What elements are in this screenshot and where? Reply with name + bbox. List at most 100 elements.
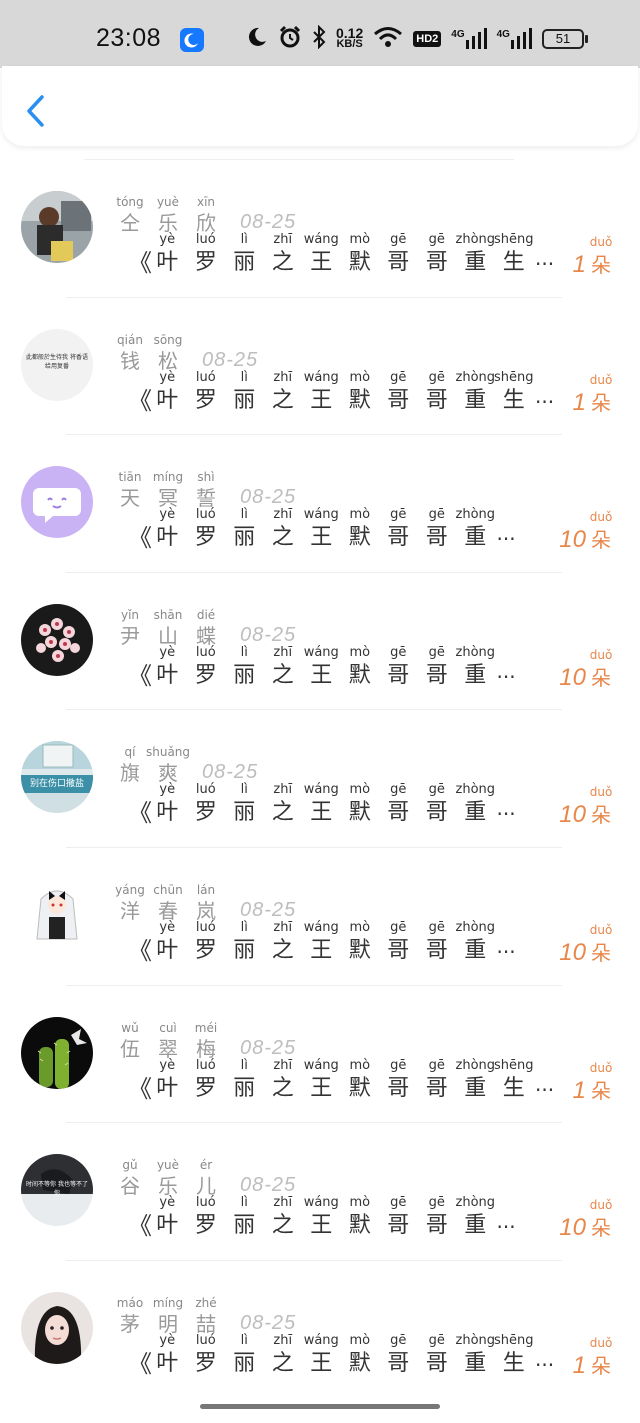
pinyin: zhī — [273, 920, 293, 935]
pinyin: yè — [159, 1332, 176, 1348]
hanzi: 哥 — [387, 662, 410, 688]
list-item[interactable]: tóng 仝 yuè 乐 xīn 欣 08-25 《 yè 叶 luó 罗 lì 丽 zhī 之 wáng 王 mò… — [0, 159, 640, 305]
sender-name: gǔ 谷 yuè 乐 ér 儿 08-25 — [114, 1149, 296, 1199]
sender-name: máo 茅 míng 明 zhé 喆 08-25 — [114, 1287, 296, 1337]
hanzi: 生 — [502, 1350, 525, 1376]
message-char: wáng 王 — [302, 1333, 341, 1379]
hanzi: 之 — [271, 662, 294, 688]
message-char: lì 丽 — [225, 645, 264, 691]
ellipsis: ··· — [496, 1215, 516, 1240]
message-char: zhòng 重 — [455, 920, 496, 966]
avatar[interactable]: 别在伤口撒盐 — [21, 741, 93, 814]
home-indicator[interactable] — [200, 1404, 440, 1409]
pinyin: gǔ — [122, 1158, 138, 1173]
name-char: sōng 松 — [152, 332, 184, 374]
pinyin: lì — [240, 644, 248, 660]
sender-name: qián 钱 sōng 松 08-25 — [114, 324, 258, 374]
hanzi: 哥 — [425, 1075, 448, 1101]
ellipsis: ··· — [535, 1352, 555, 1377]
hanzi: 朵 — [591, 1353, 611, 1378]
list-item[interactable]: 时间不等你 我也等不了你 gǔ 谷 yuè 乐 ér 儿 08-25 《 yè 叶 luó 罗 lì 丽 zh… — [0, 1122, 640, 1268]
quote-mark: 《 — [128, 1349, 152, 1378]
list-item[interactable]: yǐn 尹 shān 山 dié 蝶 08-25 《 yè 叶 luó 罗 lì 丽 zhī 之 wáng 王 mò… — [0, 571, 640, 718]
message-char: yè 叶 — [148, 645, 187, 691]
message-char: wáng 王 — [302, 1195, 341, 1241]
pinyin: zhòng — [455, 920, 496, 935]
list-item[interactable]: 此都般於生待我 将香语给用复番 qián 钱 sōng 松 08-25 《 yè 叶 luó 罗 lì… — [0, 296, 640, 443]
message-char: gē 哥 — [418, 232, 457, 278]
hanzi: 之 — [271, 525, 294, 551]
avatar[interactable] — [21, 1016, 93, 1089]
avatar[interactable] — [21, 1291, 93, 1364]
message-char: gē 哥 — [418, 507, 457, 553]
name-char: shān 山 — [152, 607, 184, 649]
hanzi: 罗 — [194, 938, 217, 963]
message-char: wáng 王 — [302, 507, 341, 553]
hanzi: 朵 — [591, 665, 611, 690]
list-item[interactable]: wǔ 伍 cuì 翠 méi 梅 08-25 《 yè 叶 luó 罗 lì 丽 zhī 之 wáng 王 mò 默 g… — [0, 984, 640, 1131]
pinyin: gē — [390, 1332, 407, 1348]
list-item[interactable]: yáng 洋 chūn 春 lán 岚 08-25 《 yè 叶 luó 罗 lì 丽 zhī 之 wáng 王 m… — [0, 847, 640, 993]
quote-mark: 《 — [128, 661, 152, 690]
pinyin: mò — [349, 644, 371, 660]
message-char: luó 罗 — [187, 782, 226, 828]
name-char: chūn 春 — [152, 882, 184, 924]
list-item[interactable]: máo 茅 míng 明 zhé 喆 08-25 《 yè 叶 luó 罗 lì 丽 zhī 之 wáng 王 mò… — [0, 1259, 640, 1406]
message-char: zhī 之 — [264, 782, 303, 828]
avatar[interactable]: 时间不等你 我也等不了你 — [21, 1154, 93, 1227]
hanzi: 哥 — [425, 1350, 448, 1376]
message-char: zhòng 重 — [456, 1058, 496, 1104]
hanzi: 生 — [502, 250, 525, 275]
avatar[interactable] — [21, 466, 93, 539]
message-char: zhī 之 — [264, 920, 303, 966]
pinyin: gē — [390, 920, 407, 935]
sender-name: qí 旗 shuǎng 爽 08-25 — [114, 736, 258, 786]
hanzi: 朵 — [591, 1216, 611, 1241]
avatar[interactable] — [21, 603, 93, 676]
pinyin: gē — [428, 920, 445, 935]
hanzi: 默 — [348, 250, 371, 275]
row-divider — [66, 296, 562, 298]
hanzi: 罗 — [194, 1075, 217, 1101]
message-char: yè 叶 — [148, 1058, 187, 1104]
pinyin: lì — [240, 1195, 248, 1211]
hanzi: 丽 — [233, 525, 256, 551]
hanzi: 王 — [310, 250, 333, 275]
pinyin: qián — [117, 332, 143, 347]
wifi-icon — [373, 26, 403, 53]
flower-unit: duǒ 朵 — [590, 372, 613, 418]
avatar[interactable] — [21, 879, 93, 951]
back-button[interactable] — [22, 94, 52, 128]
list-item[interactable]: 别在伤口撒盐 qí 旗 shuǎng 爽 08-25 《 yè 叶 luó 罗 lì 丽 zhī 之 wáng… — [0, 709, 640, 855]
message-char: mò 默 — [341, 1058, 380, 1104]
pinyin: wáng — [303, 507, 339, 523]
hanzi: 朵 — [591, 941, 611, 965]
avatar[interactable] — [21, 191, 93, 263]
message-char: yè 叶 — [148, 920, 187, 966]
message-char: luó 罗 — [187, 370, 226, 416]
hanzi: 王 — [310, 1350, 333, 1376]
avatar[interactable]: 此都般於生待我 将香语给用复番 — [21, 328, 93, 401]
message-char: zhī 之 — [264, 1058, 303, 1104]
pinyin: ér — [199, 1158, 213, 1173]
hanzi: 生 — [502, 387, 525, 413]
hanzi: 哥 — [425, 662, 448, 688]
pinyin: wáng — [303, 1332, 339, 1348]
bluetooth-icon — [312, 24, 326, 54]
message-char: zhòng 重 — [456, 232, 496, 278]
pinyin: wáng — [303, 644, 339, 660]
pinyin: luó — [195, 1057, 216, 1073]
hanzi: 丽 — [233, 1075, 256, 1101]
pinyin: zhī — [273, 644, 293, 660]
message-char: zhī 之 — [264, 507, 303, 553]
message-char: yè 叶 — [148, 1333, 187, 1379]
list-item[interactable]: tiān 天 míng 冥 shì 誓 08-25 《 yè 叶 luó 罗 lì 丽 zhī 之 wáng 王 m… — [0, 434, 640, 580]
hanzi: 丽 — [233, 1213, 256, 1239]
pinyin: gē — [390, 644, 407, 660]
pinyin: zhī — [273, 1057, 293, 1073]
hd-icon: HD2 — [413, 31, 442, 47]
flower-count: 1 duǒ 朵 — [573, 1335, 613, 1381]
hanzi: 之 — [271, 938, 294, 963]
message-char: wáng 王 — [302, 645, 341, 691]
message-char: yè 叶 — [148, 1195, 187, 1241]
